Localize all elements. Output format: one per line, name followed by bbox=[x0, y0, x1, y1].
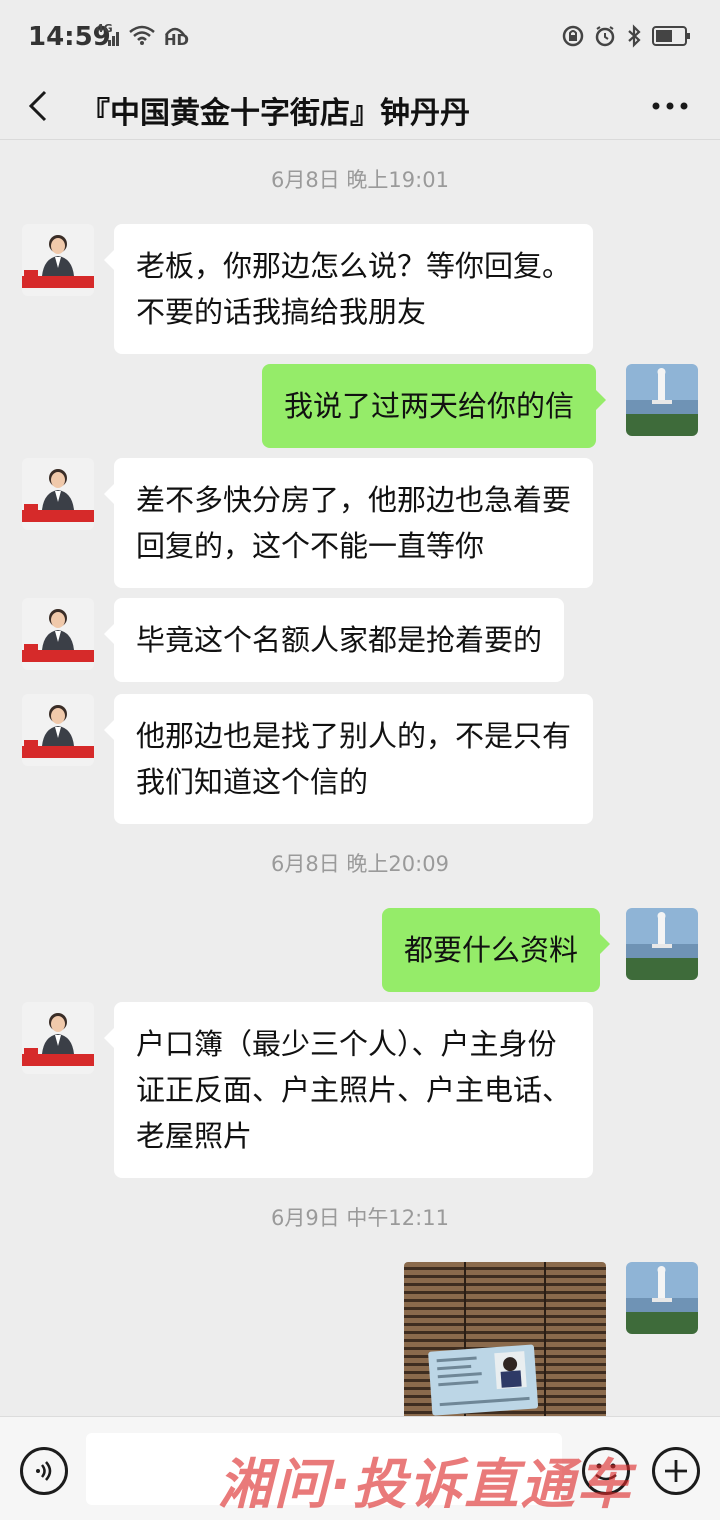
contact-avatar-image bbox=[22, 224, 94, 296]
timestamp: 6月9日 中午12:11 bbox=[271, 1206, 449, 1230]
status-left-icons: 4G HD bbox=[96, 22, 190, 50]
my-avatar-image bbox=[626, 1262, 698, 1334]
message-line: 不要的话我搞给我朋友 bbox=[136, 295, 427, 329]
plus-icon bbox=[665, 1460, 687, 1482]
status-bar: 14:59 4G HD bbox=[0, 0, 720, 72]
outgoing-message-bubble[interactable]: 我说了过两天给你的信 bbox=[262, 364, 607, 448]
chat-title: 『中国黄金十字街店』钟丹丹 bbox=[80, 96, 470, 131]
alarm-icon bbox=[594, 25, 616, 51]
voice-button[interactable] bbox=[20, 1447, 68, 1495]
message-line: 差不多快分房了，他那边也急着要 bbox=[136, 483, 572, 517]
incoming-message-bubble[interactable]: 户口簿（最少三个人）、户主身份 证正反面、户主照片、户主电话、 老屋照片 bbox=[103, 1002, 594, 1178]
incoming-message-bubble[interactable]: 老板，你那边怎么说？等你回复。 不要的话我搞给我朋友 bbox=[103, 224, 594, 354]
timestamp: 6月8日 晚上19:01 bbox=[271, 168, 449, 192]
outgoing-image-message[interactable] bbox=[404, 1262, 606, 1416]
message-line: 老屋照片 bbox=[136, 1119, 253, 1153]
chat-message-list[interactable]: 6月8日 晚上19:01 老板，你那边怎么说？等你回复。 不要的话我搞给我朋友 … bbox=[0, 140, 720, 1416]
incoming-message-bubble[interactable]: 差不多快分房了，他那边也急着要 回复的，这个不能一直等你 bbox=[103, 458, 594, 588]
id-card-photo bbox=[404, 1262, 606, 1416]
lock-rotation-icon bbox=[562, 25, 584, 51]
incoming-message-bubble[interactable]: 毕竟这个名额人家都是抢着要的 bbox=[103, 598, 565, 682]
timestamp: 6月8日 晚上20:09 bbox=[271, 852, 449, 876]
status-right-icons bbox=[562, 24, 692, 52]
contact-avatar[interactable] bbox=[22, 458, 94, 530]
contact-avatar-image bbox=[22, 1002, 94, 1074]
message-line: 户口簿（最少三个人）、户主身份 bbox=[136, 1027, 557, 1061]
contact-avatar-image bbox=[22, 458, 94, 530]
bluetooth-icon bbox=[626, 24, 642, 52]
my-avatar-image bbox=[626, 908, 698, 980]
message-line: 都要什么资料 bbox=[404, 933, 579, 967]
my-avatar[interactable] bbox=[626, 908, 698, 980]
voice-icon bbox=[36, 1461, 52, 1481]
message-line: 他那边也是找了别人的，不是只有 bbox=[136, 719, 572, 753]
more-button[interactable] bbox=[650, 86, 690, 126]
message-input[interactable] bbox=[86, 1433, 562, 1505]
contact-avatar[interactable] bbox=[22, 224, 94, 296]
incoming-message-bubble[interactable]: 他那边也是找了别人的，不是只有 我们知道这个信的 bbox=[103, 694, 594, 824]
message-line: 回复的，这个不能一直等你 bbox=[136, 529, 485, 563]
outgoing-message-bubble[interactable]: 都要什么资料 bbox=[382, 908, 611, 992]
signal-icon: 4G bbox=[96, 22, 122, 48]
my-avatar[interactable] bbox=[626, 364, 698, 436]
hd-call-icon: HD bbox=[162, 25, 190, 49]
contact-avatar[interactable] bbox=[22, 598, 94, 670]
emoji-button[interactable] bbox=[582, 1447, 630, 1495]
message-line: 我们知道这个信的 bbox=[136, 765, 369, 799]
hd-label: HD bbox=[164, 31, 190, 49]
contact-avatar[interactable] bbox=[22, 694, 94, 766]
contact-avatar[interactable] bbox=[22, 1002, 94, 1074]
contact-avatar-image bbox=[22, 694, 94, 766]
message-line: 毕竟这个名额人家都是抢着要的 bbox=[136, 623, 543, 657]
plus-button[interactable] bbox=[652, 1447, 700, 1495]
emoji-icon bbox=[595, 1463, 617, 1481]
message-line: 我说了过两天给你的信 bbox=[284, 389, 575, 423]
more-dots-icon bbox=[652, 102, 688, 110]
chat-header: 『中国黄金十字街店』钟丹丹 bbox=[0, 72, 720, 140]
message-line: 老板，你那边怎么说？等你回复。 bbox=[136, 249, 572, 283]
chevron-left-icon bbox=[28, 90, 47, 122]
chat-input-bar bbox=[0, 1416, 720, 1520]
back-button[interactable] bbox=[20, 82, 56, 130]
wifi-icon bbox=[128, 24, 156, 50]
contact-avatar-image bbox=[22, 598, 94, 670]
message-line: 证正反面、户主照片、户主电话、 bbox=[136, 1073, 572, 1107]
my-avatar-image bbox=[626, 364, 698, 436]
battery-icon bbox=[652, 25, 692, 51]
my-avatar[interactable] bbox=[626, 1262, 698, 1334]
